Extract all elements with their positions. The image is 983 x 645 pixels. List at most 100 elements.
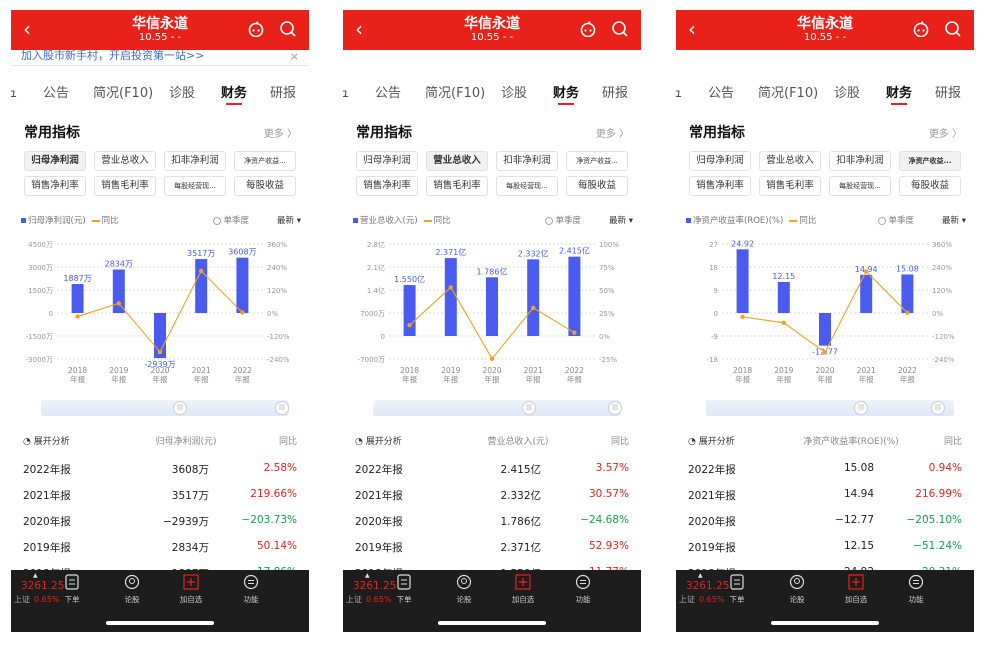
yoy-point[interactable]	[531, 305, 536, 311]
tab-item[interactable]: 简况(F10)	[93, 82, 153, 101]
indicator-button[interactable]: 归母净利润	[689, 151, 751, 171]
tab-item[interactable]: 简况(F10)	[758, 82, 818, 101]
slider-handle-right[interactable]: |||	[931, 401, 945, 415]
indicator-button[interactable]: 每股经营现...	[829, 176, 891, 196]
nav-item[interactable]: 功能	[563, 574, 603, 605]
chart-bar[interactable]	[112, 269, 125, 313]
more-link[interactable]: 更多 〉	[264, 125, 297, 140]
expand-analysis-button[interactable]: ◔ 展开分析	[688, 434, 735, 447]
yoy-point[interactable]	[864, 269, 869, 274]
expand-analysis-button[interactable]: ◔ 展开分析	[355, 434, 402, 447]
tab-item[interactable]: 公告	[708, 82, 734, 101]
yoy-point[interactable]	[905, 310, 910, 316]
nav-item[interactable]: 下单	[717, 574, 757, 605]
chart-bar[interactable]	[777, 281, 790, 313]
latest-dropdown[interactable]: 最新 ▾	[609, 214, 633, 226]
indicator-button[interactable]: 扣非净利润	[164, 151, 226, 171]
indicator-button[interactable]: 销售净利率	[689, 176, 751, 196]
latest-dropdown[interactable]: 最新 ▾	[277, 214, 301, 226]
nav-item[interactable]: 加自选	[836, 574, 876, 605]
indicator-button[interactable]: 扣非净利润	[496, 151, 558, 171]
home-indicator[interactable]	[438, 621, 546, 625]
tab-item[interactable]: 财务	[886, 82, 912, 105]
yoy-point[interactable]	[822, 350, 828, 355]
chart-bar[interactable]	[736, 249, 749, 313]
tab-item[interactable]: 财务	[221, 82, 247, 105]
close-icon[interactable]: ×	[290, 51, 299, 63]
yoy-point[interactable]	[199, 268, 204, 274]
chart-bar[interactable]	[527, 259, 540, 336]
table-row[interactable]: 2020年报 −12.77 −205.10%	[676, 512, 974, 532]
chart-bar[interactable]	[901, 274, 914, 313]
nav-item[interactable]: 论股	[444, 574, 484, 605]
robot-icon[interactable]	[912, 21, 930, 41]
yoy-point[interactable]	[116, 301, 122, 306]
tab-item[interactable]: ュ	[343, 82, 350, 101]
tab-item[interactable]: 简况(F10)	[425, 82, 485, 101]
yoy-point[interactable]	[240, 310, 245, 315]
yoy-point[interactable]	[740, 314, 745, 320]
nav-item[interactable]: 功能	[231, 574, 271, 605]
tab-item[interactable]: 研报	[935, 82, 961, 101]
nav-item[interactable]: 论股	[777, 574, 817, 605]
nav-item[interactable]: 下单	[52, 574, 92, 605]
indicator-button[interactable]: 净资产收益...	[899, 151, 961, 171]
nav-item[interactable]: 论股	[112, 574, 152, 605]
indicator-button[interactable]: 每股收益	[234, 176, 296, 196]
nav-item[interactable]: 功能	[896, 574, 936, 605]
indicator-button[interactable]: 每股收益	[899, 176, 961, 196]
more-link[interactable]: 更多 〉	[596, 125, 629, 140]
chart-bar[interactable]	[403, 285, 416, 336]
slider-handle-right[interactable]: |||	[608, 401, 622, 415]
tab-item[interactable]: 公告	[375, 82, 401, 101]
indicator-button[interactable]: 销售净利率	[356, 176, 418, 196]
robot-icon[interactable]	[247, 21, 265, 41]
latest-dropdown[interactable]: 最新 ▾	[942, 214, 966, 226]
table-row[interactable]: 2019年报 2.371亿 52.93%	[343, 538, 641, 558]
table-row[interactable]: 2021年报 2.332亿 30.57%	[343, 486, 641, 506]
indicator-button[interactable]: 归母净利润	[356, 151, 418, 171]
slider-handle-right[interactable]: |||	[275, 401, 289, 415]
table-row[interactable]: 2022年报 15.08 0.94%	[676, 460, 974, 480]
chart-bar[interactable]	[195, 259, 208, 313]
indicator-button[interactable]: 每股经营现...	[164, 176, 226, 196]
indicator-button[interactable]: 归母净利润	[24, 151, 86, 171]
indicator-button[interactable]: 净资产收益...	[566, 151, 628, 171]
indicator-button[interactable]: 销售净利率	[24, 176, 86, 196]
indicator-button[interactable]: 营业总收入	[426, 151, 488, 171]
table-row[interactable]: 2020年报 −2939万 −203.73%	[11, 512, 309, 532]
yoy-point[interactable]	[489, 356, 495, 361]
tab-item[interactable]: 诊股	[834, 82, 860, 101]
indicator-button[interactable]: 营业总收入	[759, 151, 821, 171]
quarter-toggle[interactable]: 单季度	[878, 214, 914, 226]
table-row[interactable]: 2022年报 3608万 2.58%	[11, 460, 309, 480]
yoy-point[interactable]	[448, 285, 453, 290]
tab-item[interactable]: 诊股	[501, 82, 527, 101]
yoy-point[interactable]	[407, 322, 412, 328]
search-icon[interactable]	[944, 20, 962, 42]
chart-bar[interactable]	[568, 256, 581, 336]
expand-analysis-button[interactable]: ◔ 展开分析	[23, 434, 70, 447]
quarter-toggle[interactable]: 单季度	[213, 214, 249, 226]
yoy-point[interactable]	[572, 330, 577, 335]
nav-item[interactable]: 下单	[384, 574, 424, 605]
search-icon[interactable]	[279, 20, 297, 42]
indicator-button[interactable]: 销售毛利率	[94, 176, 156, 196]
robot-icon[interactable]	[579, 21, 597, 41]
tab-item[interactable]: ュ	[676, 82, 683, 101]
chart-bar[interactable]	[486, 277, 498, 336]
table-row[interactable]: 2019年报 12.15 −51.24%	[676, 538, 974, 558]
table-row[interactable]: 2021年报 3517万 219.66%	[11, 486, 309, 506]
yoy-point[interactable]	[157, 349, 163, 355]
slider-handle-left[interactable]: |||	[522, 401, 536, 415]
tab-item[interactable]: 研报	[270, 82, 296, 101]
range-slider[interactable]: ||| |||	[41, 400, 289, 416]
indicator-button[interactable]: 净资产收益...	[234, 151, 296, 171]
indicator-button[interactable]: 销售毛利率	[426, 176, 488, 196]
table-row[interactable]: 2019年报 2834万 50.14%	[11, 538, 309, 558]
table-row[interactable]: 2020年报 1.786亿 −24.68%	[343, 512, 641, 532]
tab-item[interactable]: 诊股	[169, 82, 195, 101]
slider-handle-left[interactable]: |||	[173, 401, 187, 415]
home-indicator[interactable]	[771, 621, 879, 625]
tab-item[interactable]: 财务	[553, 82, 579, 105]
